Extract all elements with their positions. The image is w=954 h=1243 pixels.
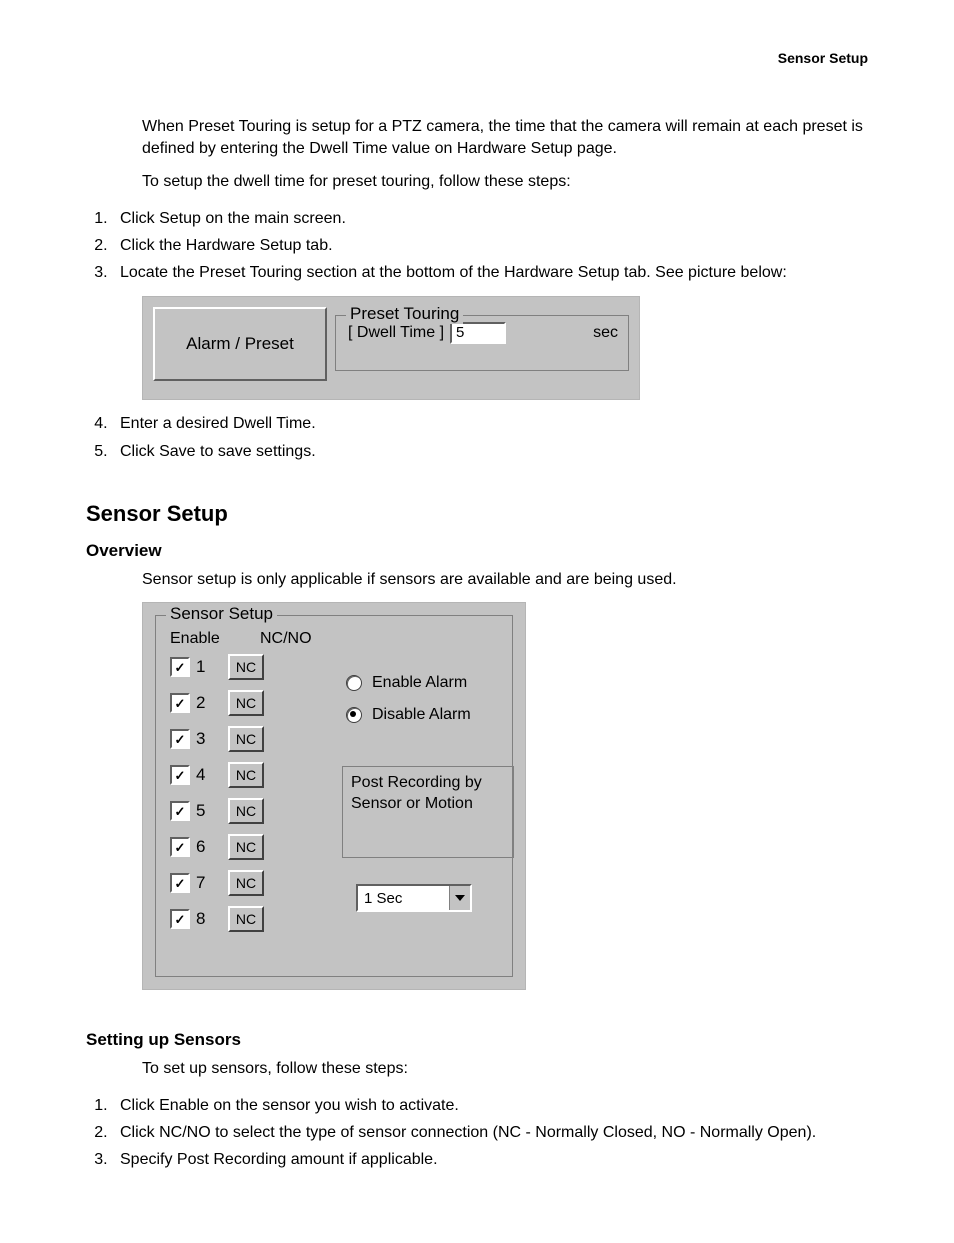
radio-disable-alarm[interactable] bbox=[346, 707, 362, 723]
sensor-checkbox[interactable]: ✓ bbox=[170, 909, 190, 929]
chevron-down-icon[interactable] bbox=[449, 886, 470, 910]
sensor-mode-cell: NC bbox=[228, 762, 298, 788]
preset-touring-fieldset: Preset Touring [ Dwell Time ] 5 sec bbox=[335, 315, 629, 371]
dwell-time-label: [ Dwell Time ] bbox=[348, 324, 444, 342]
sensor-number: 7 bbox=[196, 873, 205, 893]
radio-enable-alarm-label: Enable Alarm bbox=[372, 674, 467, 692]
sensor-enable: ✓7 bbox=[170, 873, 228, 893]
sensor-checkbox[interactable]: ✓ bbox=[170, 873, 190, 893]
sensor-enable: ✓1 bbox=[170, 657, 228, 677]
sensor-mode-cell: NC bbox=[228, 654, 298, 680]
step-item: Click Setup on the main screen. bbox=[112, 205, 868, 232]
step-item: Click NC/NO to select the type of sensor… bbox=[112, 1119, 868, 1146]
step-item: Locate the Preset Touring section at the… bbox=[112, 259, 868, 286]
sensor-mode-cell: NC bbox=[228, 834, 298, 860]
sensor-setup-groupbox: Sensor Setup Enable NC/NO ✓1NC✓2NC✓3NC✓4… bbox=[155, 615, 513, 977]
sensor-checkbox[interactable]: ✓ bbox=[170, 729, 190, 749]
sensor-number: 2 bbox=[196, 693, 205, 713]
step-item: Click Enable on the sensor you wish to a… bbox=[112, 1092, 868, 1119]
post-recording-group: Post Recording by Sensor or Motion bbox=[342, 766, 514, 858]
overview-text: Sensor setup is only applicable if senso… bbox=[142, 569, 868, 591]
sensor-setup-legend: Sensor Setup bbox=[166, 604, 277, 624]
steps-list-1b: Enter a desired Dwell Time. Click Save t… bbox=[112, 410, 868, 464]
intro-paragraph-2: To setup the dwell time for preset touri… bbox=[142, 171, 868, 193]
sensor-mode-cell: NC bbox=[228, 906, 298, 932]
sensor-enable: ✓3 bbox=[170, 729, 228, 749]
page-header: Sensor Setup bbox=[86, 50, 868, 66]
sensor-mode-cell: NC bbox=[228, 870, 298, 896]
steps-list-2: Click Enable on the sensor you wish to a… bbox=[112, 1092, 868, 1174]
sensor-number: 8 bbox=[196, 909, 205, 929]
step-item: Click Save to save settings. bbox=[112, 438, 868, 465]
ncno-button[interactable]: NC bbox=[228, 654, 264, 680]
sensor-number: 1 bbox=[196, 657, 205, 677]
sensor-checkbox[interactable]: ✓ bbox=[170, 693, 190, 713]
sensor-enable: ✓6 bbox=[170, 837, 228, 857]
setting-up-heading: Setting up Sensors bbox=[86, 1030, 868, 1050]
preset-touring-legend: Preset Touring bbox=[346, 304, 463, 324]
alarm-preset-button[interactable]: Alarm / Preset bbox=[153, 307, 327, 381]
step-item: Enter a desired Dwell Time. bbox=[112, 410, 868, 437]
intro-paragraph-1: When Preset Touring is setup for a PTZ c… bbox=[142, 116, 868, 159]
sensor-mode-cell: NC bbox=[228, 726, 298, 752]
dwell-time-unit: sec bbox=[593, 324, 618, 342]
overview-heading: Overview bbox=[86, 541, 868, 561]
sensor-mode-cell: NC bbox=[228, 798, 298, 824]
sensor-checkbox[interactable]: ✓ bbox=[170, 765, 190, 785]
ncno-button[interactable]: NC bbox=[228, 762, 264, 788]
ncno-button[interactable]: NC bbox=[228, 726, 264, 752]
sensor-enable: ✓5 bbox=[170, 801, 228, 821]
radio-disable-alarm-label: Disable Alarm bbox=[372, 706, 471, 724]
ncno-button[interactable]: NC bbox=[228, 834, 264, 860]
sensor-enable: ✓8 bbox=[170, 909, 228, 929]
sensor-number: 4 bbox=[196, 765, 205, 785]
sensor-number: 5 bbox=[196, 801, 205, 821]
dwell-time-input[interactable]: 5 bbox=[450, 322, 506, 344]
sensor-checkbox[interactable]: ✓ bbox=[170, 657, 190, 677]
setting-up-intro: To set up sensors, follow these steps: bbox=[142, 1058, 868, 1080]
ncno-button[interactable]: NC bbox=[228, 906, 264, 932]
sensor-mode-cell: NC bbox=[228, 690, 298, 716]
step-item: Specify Post Recording amount if applica… bbox=[112, 1146, 868, 1173]
step-item: Click the Hardware Setup tab. bbox=[112, 232, 868, 259]
section-title: Sensor Setup bbox=[86, 501, 868, 527]
sensor-checkbox[interactable]: ✓ bbox=[170, 837, 190, 857]
sensor-enable: ✓2 bbox=[170, 693, 228, 713]
col-header-ncno: NC/NO bbox=[260, 630, 330, 648]
sensor-checkbox[interactable]: ✓ bbox=[170, 801, 190, 821]
ncno-button[interactable]: NC bbox=[228, 798, 264, 824]
sensor-setup-panel: Sensor Setup Enable NC/NO ✓1NC✓2NC✓3NC✓4… bbox=[142, 602, 526, 990]
sensor-number: 3 bbox=[196, 729, 205, 749]
sensor-enable: ✓4 bbox=[170, 765, 228, 785]
ncno-button[interactable]: NC bbox=[228, 870, 264, 896]
post-recording-value: 1 Sec bbox=[358, 886, 449, 910]
col-header-enable: Enable bbox=[170, 630, 260, 648]
steps-list-1: Click Setup on the main screen. Click th… bbox=[112, 205, 868, 287]
post-recording-label: Post Recording by Sensor or Motion bbox=[351, 774, 482, 812]
sensor-number: 6 bbox=[196, 837, 205, 857]
ncno-button[interactable]: NC bbox=[228, 690, 264, 716]
post-recording-dropdown[interactable]: 1 Sec bbox=[356, 884, 472, 912]
preset-touring-panel: Alarm / Preset Preset Touring [ Dwell Ti… bbox=[142, 296, 640, 400]
radio-enable-alarm[interactable] bbox=[346, 675, 362, 691]
